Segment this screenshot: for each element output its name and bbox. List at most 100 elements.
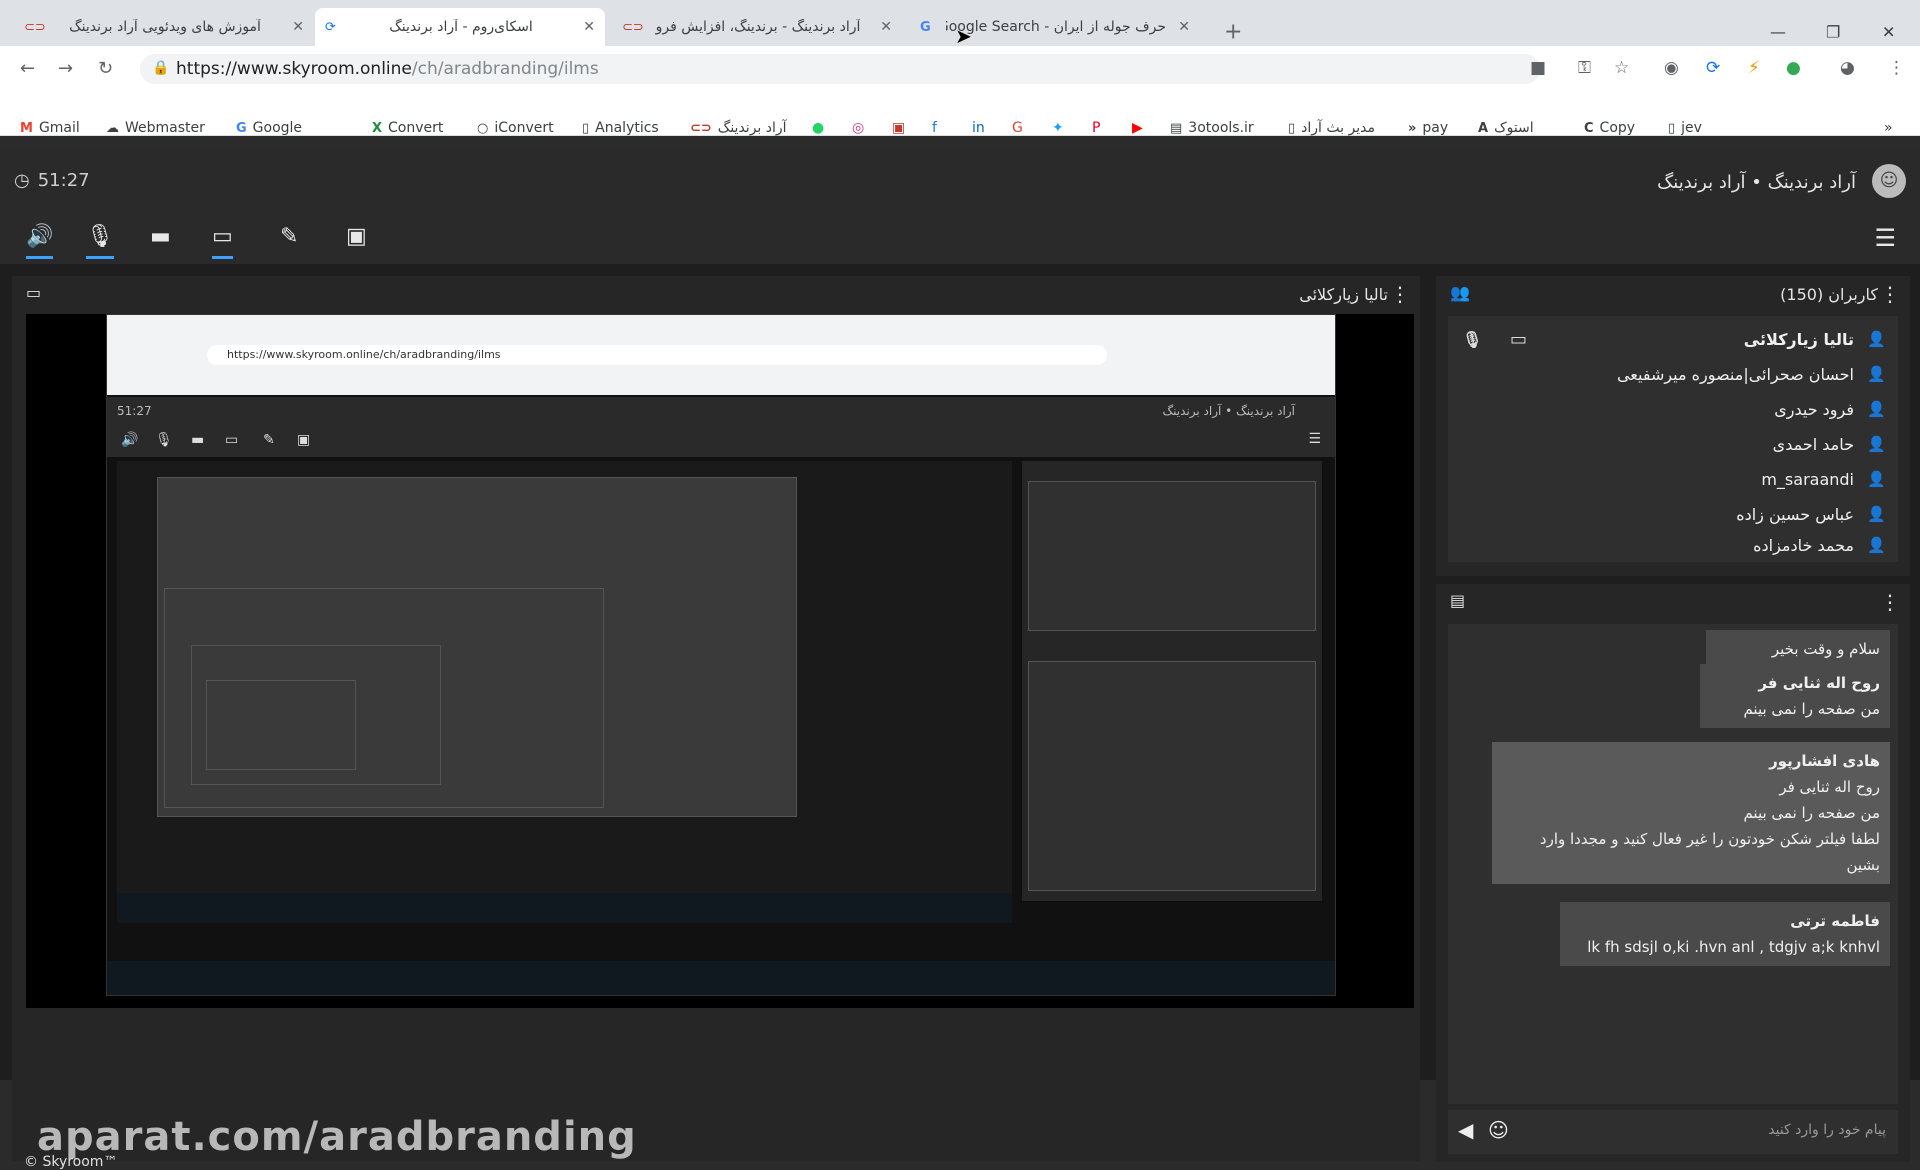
users-list: 👤 تالیا زیارکلائی 🎙 ▭ 👤 احسان صحرائی|منصو… bbox=[1448, 316, 1898, 562]
pinterest-icon[interactable]: P bbox=[1092, 120, 1100, 136]
menu-dots-icon[interactable]: ⋮ bbox=[1888, 58, 1905, 78]
bookmark-convert[interactable]: X Convert bbox=[372, 120, 443, 136]
media-icon[interactable]: ▣ bbox=[346, 224, 367, 249]
users-panel: 👥 کاربران (150) ⋮ 👤 تالیا زیارکلائی 🎙 ▭ … bbox=[1436, 276, 1910, 576]
bookmark-gmail[interactable]: M Gmail bbox=[20, 120, 80, 136]
screen-share-icon[interactable]: ▭ bbox=[212, 224, 233, 259]
reload-icon[interactable]: ↻ bbox=[98, 58, 113, 79]
close-icon[interactable]: ✕ bbox=[1178, 19, 1190, 35]
screen-share-icon: ▭ bbox=[1510, 329, 1528, 350]
google-plus-icon[interactable]: G bbox=[1012, 120, 1023, 136]
user-row[interactable]: 👤 احسان صحرائی|منصوره میرشفیعی bbox=[1448, 357, 1898, 392]
inner-toolbar: 🔊 🎙 ▬ ▭ ✎ ▣ ☰ bbox=[107, 427, 1335, 457]
bookmark-google[interactable]: G Google bbox=[236, 120, 302, 136]
shared-screen-content: https://www.skyroom.online/ch/aradbrandi… bbox=[106, 314, 1336, 996]
bookmarks-bar: M Gmail ☁ Webmaster G Google X Convert ○ iCon… bbox=[0, 116, 1920, 144]
nested-screen-1 bbox=[157, 477, 797, 817]
message-text: سلام و وقت بخیر bbox=[1771, 640, 1880, 658]
twitter-icon[interactable]: ✦ bbox=[1052, 120, 1064, 136]
user-row[interactable]: 👤 m_saraandi bbox=[1448, 462, 1898, 497]
hamburger-menu-icon[interactable]: ☰ bbox=[1874, 224, 1896, 252]
bookmark-analytics[interactable]: ▯ Analytics bbox=[582, 120, 659, 136]
user-icon: 👤 bbox=[1867, 330, 1886, 348]
browser-tab-4[interactable]: G حرف جوله از ایران - Google Search ✕ bbox=[910, 8, 1200, 46]
inner-screen-icon: ▭ bbox=[225, 432, 239, 448]
user-row[interactable]: 👤 تالیا زیارکلائی 🎙 ▭ bbox=[1448, 322, 1898, 357]
bookmark-aradbranding[interactable]: ⊂⊃ آراد برندینگ bbox=[690, 120, 787, 136]
youtube-icon[interactable]: ▶ bbox=[1132, 120, 1143, 136]
inner-clock: 51:27 bbox=[117, 404, 152, 418]
restore-icon[interactable]: ❐ bbox=[1826, 23, 1840, 42]
copy-icon: C bbox=[1584, 120, 1594, 136]
extension-camera-icon[interactable]: ◉ bbox=[1664, 58, 1679, 78]
facebook-icon[interactable]: f bbox=[932, 120, 937, 136]
close-window-icon[interactable]: ✕ bbox=[1882, 23, 1895, 42]
emoji-icon[interactable]: ☺ bbox=[1488, 1118, 1509, 1142]
microphone-icon[interactable]: 🎙 bbox=[86, 224, 114, 259]
new-tab-button[interactable]: + bbox=[1224, 20, 1242, 45]
bookmark-3otools[interactable]: ▤ 3otools.ir bbox=[1170, 120, 1254, 136]
extension-bolt-icon[interactable]: ⚡ bbox=[1748, 58, 1760, 78]
chat-panel-header: ▤ ⋮ bbox=[1436, 584, 1910, 620]
whatsapp-icon[interactable]: ● bbox=[812, 120, 824, 136]
tab-title: آموزش های ویدئویی آراد برندینگ bbox=[69, 19, 261, 35]
pen-icon[interactable]: ✎ bbox=[280, 224, 298, 249]
app-icon[interactable]: ▣ bbox=[892, 120, 905, 136]
nested-screen-4 bbox=[206, 680, 356, 770]
extension-green-icon[interactable]: ● bbox=[1786, 58, 1801, 78]
linkedin-icon[interactable]: in bbox=[972, 120, 985, 136]
skyroom-icon: ⟳ bbox=[325, 20, 336, 35]
user-row[interactable]: 👤 عباس حسین زاده bbox=[1448, 497, 1898, 532]
user-avatar[interactable]: ☺ bbox=[1872, 164, 1906, 198]
webmaster-icon: ☁ bbox=[106, 120, 119, 136]
forward-icon[interactable]: → bbox=[58, 58, 73, 79]
close-icon[interactable]: ✕ bbox=[292, 19, 304, 35]
session-timer: ◷ 51:27 bbox=[14, 170, 90, 191]
browser-tab-1[interactable]: ⊂⊃ آموزش های ویدئویی آراد برندینگ ✕ bbox=[14, 8, 314, 46]
stage-menu-icon[interactable]: ⋮ bbox=[1390, 282, 1410, 306]
back-icon[interactable]: ← bbox=[20, 58, 35, 79]
profile-avatar[interactable]: ◕ bbox=[1840, 58, 1855, 78]
star-icon[interactable]: ☆ bbox=[1614, 58, 1629, 78]
chat-menu-icon[interactable]: ⋮ bbox=[1880, 590, 1900, 614]
user-icon: 👤 bbox=[1867, 505, 1886, 523]
monitor-icon: ▭ bbox=[26, 283, 42, 302]
speaker-icon[interactable]: 🔊 bbox=[26, 224, 54, 259]
chevron-icon: » bbox=[1408, 120, 1417, 136]
browser-tab-3[interactable]: ⊂⊃ آراد برندینگ - برندینگ، افزایش فرو ✕ bbox=[612, 8, 902, 46]
close-icon[interactable]: ✕ bbox=[583, 19, 595, 35]
instagram-icon[interactable]: ◎ bbox=[852, 120, 864, 136]
bookmark-jev[interactable]: ▯ jev bbox=[1668, 120, 1702, 136]
camera-icon[interactable]: ■ bbox=[1530, 58, 1546, 78]
bookmark-webmaster[interactable]: ☁ Webmaster bbox=[106, 120, 205, 136]
message-text: lk fh sdsjl o,ki .hvn anl , tdgjv a;k kn… bbox=[1587, 938, 1880, 956]
more-bookmarks-icon[interactable]: » bbox=[1884, 120, 1893, 136]
inner-windows-taskbar bbox=[107, 961, 1335, 995]
minimize-icon[interactable]: — bbox=[1770, 23, 1786, 42]
inner-title: آراد برندینگ • آراد برندینگ bbox=[1162, 404, 1295, 418]
send-icon[interactable]: ◀ bbox=[1458, 1118, 1473, 1142]
chat-placeholder: پیام خود را وارد کنید bbox=[1768, 1122, 1886, 1138]
bookmark-pay[interactable]: » pay bbox=[1408, 120, 1448, 136]
page-icon: ▯ bbox=[582, 120, 590, 136]
users-menu-icon[interactable]: ⋮ bbox=[1880, 282, 1900, 306]
nested-screen-3 bbox=[191, 645, 441, 785]
camera-icon[interactable]: ▬ bbox=[150, 224, 171, 249]
user-row[interactable]: 👤 فرود حیدری bbox=[1448, 392, 1898, 427]
clock-icon: ◷ bbox=[14, 170, 30, 191]
user-row[interactable]: 👤 محمد خادمزاده bbox=[1448, 528, 1898, 563]
inner-app-header: 51:27 آراد برندینگ • آراد برندینگ bbox=[107, 397, 1335, 427]
address-bar[interactable]: 🔒 https://www.skyroom.online/ch/aradbran… bbox=[140, 54, 1540, 84]
inner-pen-icon: ✎ bbox=[263, 432, 275, 448]
message-text: من صفحه را نمی بینم bbox=[1743, 700, 1880, 718]
extension-sync-icon[interactable]: ⟳ bbox=[1706, 58, 1720, 78]
key-icon[interactable]: ⚿ bbox=[1578, 58, 1591, 78]
bookmark-modir[interactable]: ▯ مدیر بث آراد bbox=[1288, 120, 1375, 136]
chat-input[interactable]: ◀ ☺ پیام خود را وارد کنید bbox=[1448, 1110, 1898, 1154]
browser-tab-2[interactable]: ⟳ اسکای‌روم - آراد برندینگ ✕ bbox=[315, 8, 605, 46]
bookmark-copy[interactable]: C Copy bbox=[1584, 120, 1635, 136]
user-row[interactable]: 👤 حامد احمدی bbox=[1448, 427, 1898, 462]
bookmark-stock[interactable]: A استوک bbox=[1478, 120, 1534, 136]
close-icon[interactable]: ✕ bbox=[880, 19, 892, 35]
bookmark-iconvert[interactable]: ○ iConvert bbox=[477, 120, 554, 136]
